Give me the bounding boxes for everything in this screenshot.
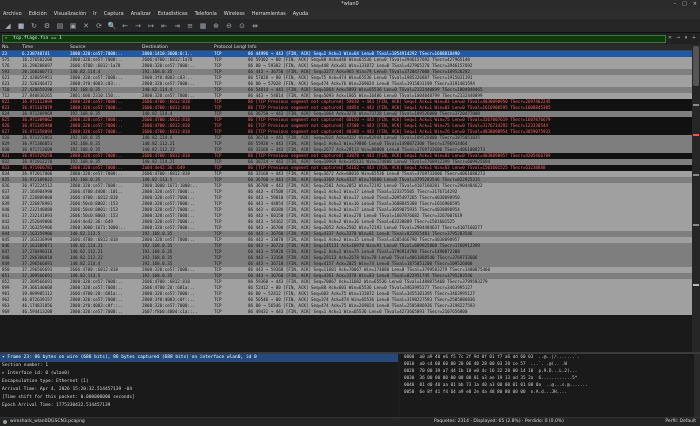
minimap-mark [693,174,699,176]
main-toolbar: ◢ ■ ↻ ⚙ ▤ ▣ ✕ ⟳ 🔍 ← → ↦ ⇤ ⇥ ≡ ▦ ⊕ ⊖ ⊙ ⇹ [0,19,700,33]
packet-details-pane: ▾ Frame 23: 86 bytes on wire (688 bits),… [0,354,398,417]
menu-item-telefonía[interactable]: Telefonía [195,9,217,19]
detail-tree-item[interactable]: Arrival Time: Apr 4, 2026 15:20:32.51445… [0,386,398,394]
first-icon[interactable]: ⇤ [159,21,169,31]
minimap-mark [693,134,699,136]
go-to-icon[interactable]: ↦ [146,21,156,31]
detail-tree-item[interactable]: [Time shift for this packet: 0.000000000… [0,394,398,402]
column-header-source[interactable]: Source [68,44,140,50]
menu-item-analizar[interactable]: Analizar [131,9,151,19]
detail-tree-item[interactable]: Epoch Arrival Time: 1775330432.514457139 [0,402,398,410]
menu-item-wireless[interactable]: Wireless [224,9,245,19]
apply-filter-icon[interactable]: → [674,35,682,43]
reload-icon[interactable]: ⟳ [94,21,104,31]
detail-tree-item[interactable]: ▾ Frame 23: 86 bytes on wire (688 bits),… [0,354,398,362]
column-header-info[interactable]: Info [246,44,692,50]
forward-icon[interactable]: → [133,21,143,31]
column-header-protocol[interactable]: Protocol [212,44,232,50]
close-button[interactable]: × [693,0,697,9]
scrollbar-thumb[interactable] [693,46,699,86]
open-icon[interactable]: ▤ [55,21,65,31]
packet-list: No. Time Source Destination Protocol Len… [0,44,692,352]
menu-item-ir[interactable]: Ir [93,9,97,19]
hex-dump-line[interactable]: 0010 a0 c4 08 60 00 20 06 40 28 00 03 20… [400,361,700,368]
packet-length [232,309,246,315]
hex-dump-line[interactable]: 0020 70 00 39 a7 44 1b 18 e0 4c 16 32 28… [400,368,700,375]
find-icon[interactable]: 🔍 [107,21,117,31]
clear-filter-icon[interactable]: ✕ [666,35,674,43]
add-filter-icon[interactable]: + [690,35,698,43]
packet-bytes-pane: 0000 a0 a9 40 e6 f5 7c 2f 9d 0f 01 f7 a6… [400,354,700,417]
packet-no: 969 [2,309,10,314]
maximize-button[interactable]: □ [682,0,687,9]
packet-list-scrollbar[interactable] [692,44,700,352]
packet-source: 2800:320:ce57:7000:.. [70,309,123,314]
capture-status-icon[interactable] [3,420,7,424]
bytes-scrollbar[interactable] [694,354,700,417]
menu-item-edición[interactable]: Edición [29,9,47,19]
hex-dump-line[interactable]: 0050 6e 8f 41 f4 64 a9 e8 2e 4a 48 80 80… [400,389,700,396]
display-filter-bar: tcp.flags.fin == 1 ✕ → ▾ + [0,33,700,44]
detail-tree-item[interactable]: Section number: 1 [0,362,398,370]
menu-item-captura[interactable]: Captura [104,9,124,19]
menu-bar: Archivo Edición Visualización Ir Captura Anal… [0,9,700,19]
packet-time: 46.594413208 [22,309,53,314]
packet-list-header: No. Time Source Destination Protocol Len… [0,44,692,51]
shark-fin-start-icon[interactable]: ◢ [3,21,13,31]
filter-dropdown-icon[interactable]: ▾ [682,35,690,43]
minimap-mark [693,284,699,286]
packet-destination: 2607:f8b0:4004:c1a::.. [142,309,198,314]
zoom-in-icon[interactable]: ⊕ [211,21,221,31]
hex-dump-line[interactable]: 0040 01 d0 40 aa 01 bb 73 1a 40 a3 00 00… [400,382,700,389]
window-title: *wlan0 [341,1,359,7]
detail-tree-item[interactable]: Encapsulation type: Ethernet (1) [0,378,398,386]
close-file-icon[interactable]: ✕ [81,21,91,31]
last-icon[interactable]: ⇥ [172,21,182,31]
minimap-mark [693,224,699,226]
menu-item-archivo[interactable]: Archivo [3,9,22,19]
packet-protocol: TCP [214,309,222,314]
packet-counts: Paquetes: 2314 · Displayed: 65 (2.8%) · … [434,419,564,424]
packet-info: 86 49432 → 443 [FIN, ACK] Seq=1 Ack=1 Wi… [248,309,468,314]
capture-file-name: wireshark_wlan0DGSCN3.pcapng [10,419,85,424]
zoom-out-icon[interactable]: ⊖ [224,21,234,31]
normal-size-icon[interactable]: ⊙ [237,21,247,31]
column-header-length[interactable]: Length [232,44,246,50]
window-controls: – □ × [674,0,697,9]
column-header-destination[interactable]: Destination [140,44,212,50]
window-titlebar: *wlan0 – □ × [0,0,700,9]
save-icon[interactable]: ▣ [68,21,78,31]
status-bar: wireshark_wlan0DGSCN3.pcapng Paquetes: 2… [0,417,700,426]
display-filter-input[interactable]: tcp.flags.fin == 1 [2,34,666,43]
profile-label[interactable]: Perfil: Default [665,418,700,426]
minimize-button[interactable]: – [674,0,677,9]
back-icon[interactable]: ← [120,21,130,31]
minimap-mark [693,104,699,106]
settings-icon[interactable]: ⚙ [42,21,52,31]
packet-row[interactable]: 969 46.594413208 2800:320:ce57:7000:.. 2607… [0,309,692,315]
detail-tree-item[interactable]: ▸ Interface id: 0 (wlan0) [0,370,398,378]
stop-icon[interactable]: ■ [16,21,26,31]
autoscroll-icon[interactable]: ≡ [185,21,195,31]
menu-item-visualización[interactable]: Visualización [54,9,86,19]
colorize-icon[interactable]: ▦ [198,21,208,31]
hex-dump-line[interactable]: 0030 36 00 00 00 00 00 00 01 a3 ae 19 13… [400,375,700,382]
menu-item-estadísticas[interactable]: Estadísticas [158,9,188,19]
hex-dump-line[interactable]: 0000 a0 a9 40 e6 f5 7c 2f 9d 0f 01 f7 a6… [400,354,700,361]
column-header-time[interactable]: Time [20,44,68,50]
column-header-no[interactable]: No. [0,44,20,50]
menu-item-herramientas[interactable]: Herramientas [252,9,286,19]
menu-item-ayuda[interactable]: Ayuda [293,9,308,19]
packet-rows: 23 6.238740741 2800:320:ce57:7000:.. 2800:1… [0,51,692,315]
resize-columns-icon[interactable]: ⇹ [250,21,260,31]
restart-icon[interactable]: ↻ [29,21,39,31]
